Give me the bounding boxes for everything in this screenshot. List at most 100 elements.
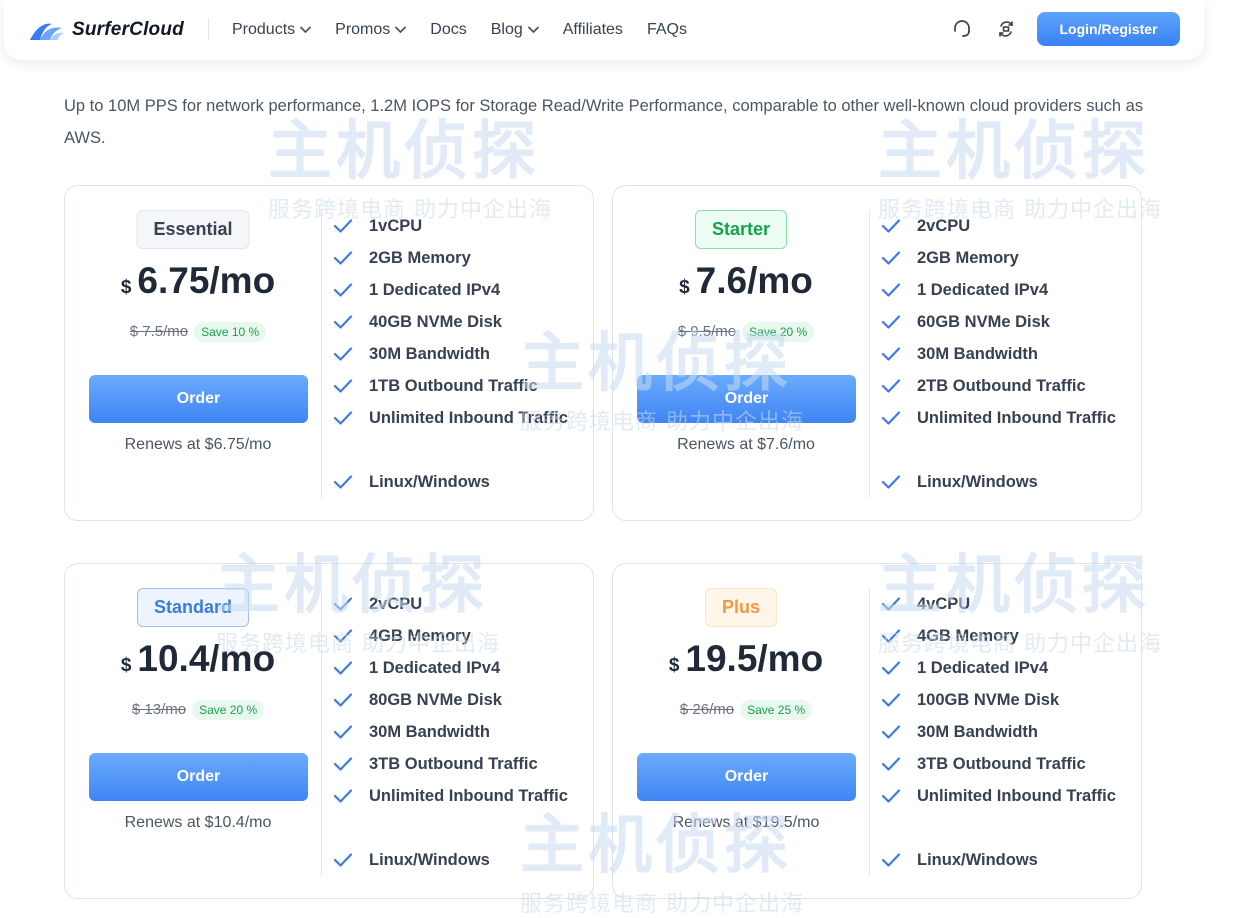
feature-label: 100GB NVMe Disk [917, 691, 1060, 709]
feature-item: 1TB Outbound Traffic [333, 370, 583, 402]
check-icon [333, 469, 369, 501]
feature-item: 2TB Outbound Traffic [881, 370, 1131, 402]
feature-label: 4GB Memory [369, 627, 471, 645]
feature-item: 30M Bandwidth [881, 338, 1131, 370]
feature-label: 60GB NVMe Disk [917, 313, 1050, 331]
check-icon [881, 783, 917, 815]
original-price: $ 13/mo [131, 701, 187, 719]
login-register-button[interactable]: Login/Register [1037, 12, 1180, 46]
feature-label: Unlimited Inbound Traffic [369, 787, 568, 805]
feature-item: Linux/Windows [333, 844, 583, 876]
check-icon [333, 245, 369, 277]
check-icon [881, 277, 917, 309]
nav-item-label: Blog [490, 21, 523, 38]
check-icon [881, 341, 917, 373]
brand-name: SurferCloud [72, 19, 184, 40]
check-icon [333, 277, 369, 309]
plan-card-essential: Essential $6.75/mo $ 7.5/mo Save 10 % Order R… [64, 185, 594, 521]
feature-label: 1 Dedicated IPv4 [917, 281, 1049, 299]
headset-icon[interactable] [951, 18, 973, 40]
order-button[interactable]: Order [637, 753, 856, 801]
check-icon [333, 623, 369, 655]
nav-item-docs[interactable]: Docs [430, 21, 466, 39]
save-badge: Save 10 % [194, 322, 267, 342]
nav-item-blog[interactable]: Blog [491, 21, 539, 39]
plan-price: $6.75/mo [65, 260, 331, 302]
feature-label: 3TB Outbound Traffic [917, 755, 1086, 773]
feature-item: 1 Dedicated IPv4 [333, 652, 583, 684]
plan-pricing: Standard $10.4/mo $ 13/mo Save 20 % Order Ren… [65, 564, 321, 898]
feature-item: 2vCPU [881, 210, 1131, 242]
feature-list: 2vCPU 4GB Memory 1 Dedicated IPv4 80GB NVMe… [333, 588, 583, 876]
check-icon [333, 309, 369, 341]
feature-item: Unlimited Inbound Traffic [333, 780, 583, 844]
feature-label: 1 Dedicated IPv4 [917, 659, 1049, 677]
feature-list: 2vCPU 2GB Memory 1 Dedicated IPv4 60GB NVMe… [881, 210, 1131, 498]
check-icon [881, 751, 917, 783]
order-button[interactable]: Order [637, 375, 856, 423]
nav-item-label: Docs [430, 21, 467, 38]
save-badge: Save 20 % [742, 322, 815, 342]
check-icon [333, 373, 369, 405]
check-icon [881, 405, 917, 437]
feature-item: Unlimited Inbound Traffic [333, 402, 583, 466]
order-button[interactable]: Order [89, 753, 308, 801]
card-divider [869, 588, 870, 876]
feature-item: 1 Dedicated IPv4 [333, 274, 583, 306]
check-icon [881, 373, 917, 405]
check-icon [333, 405, 369, 437]
check-icon [881, 591, 917, 623]
feature-label: 1TB Outbound Traffic [369, 377, 538, 395]
brand-logo[interactable]: SurferCloud [28, 16, 184, 44]
nav-item-label: Products [232, 21, 296, 38]
plan-name-badge: Essential [136, 210, 250, 249]
nav-item-promos[interactable]: Promos [335, 21, 407, 39]
feature-label: 1vCPU [369, 217, 423, 235]
plan-name-badge: Starter [694, 210, 788, 249]
discount-row: $ 26/mo Save 25 % [613, 700, 879, 720]
renewal-price: Renews at $10.4/mo [124, 814, 272, 831]
check-icon [881, 847, 917, 879]
top-navbar: SurferCloud Products Promos Docs Blog Affili… [4, 0, 1204, 60]
feature-label: 80GB NVMe Disk [369, 691, 502, 709]
renewal-price: Renews at $6.75/mo [124, 436, 272, 453]
feature-label: 2vCPU [369, 595, 423, 613]
feature-item: 1 Dedicated IPv4 [881, 274, 1131, 306]
chevron-down-icon [527, 21, 539, 39]
card-divider [321, 588, 322, 876]
feature-item: 1vCPU [333, 210, 583, 242]
plan-pricing: Essential $6.75/mo $ 7.5/mo Save 10 % Order R… [65, 186, 321, 520]
plan-card-plus: Plus $19.5/mo $ 26/mo Save 25 % Order Renews … [612, 563, 1142, 899]
save-badge: Save 20 % [192, 700, 265, 720]
feature-label: 4GB Memory [917, 627, 1019, 645]
discount-row: $ 9.5/mo Save 20 % [613, 322, 879, 342]
discount-row: $ 7.5/mo Save 10 % [65, 322, 331, 342]
feature-item: 2GB Memory [333, 242, 583, 274]
nav-item-affiliates[interactable]: Affiliates [563, 21, 623, 39]
nav-item-faqs[interactable]: FAQs [647, 21, 687, 39]
check-icon [333, 213, 369, 245]
feature-item: 30M Bandwidth [333, 716, 583, 748]
order-button[interactable]: Order [89, 375, 308, 423]
feature-label: Unlimited Inbound Traffic [369, 409, 568, 427]
check-icon [881, 213, 917, 245]
original-price: $ 26/mo [679, 701, 735, 719]
check-icon [333, 783, 369, 815]
language-switch-icon[interactable] [995, 18, 1017, 40]
check-icon [881, 719, 917, 751]
price-amount: 6.75/mo [137, 260, 276, 301]
feature-item: 60GB NVMe Disk [881, 306, 1131, 338]
feature-item: 2vCPU [333, 588, 583, 620]
nav-item-products[interactable]: Products [232, 21, 312, 39]
feature-label: 2GB Memory [369, 249, 471, 267]
renewal-price: Renews at $7.6/mo [677, 436, 815, 453]
check-icon [881, 623, 917, 655]
check-icon [333, 751, 369, 783]
check-icon [333, 591, 369, 623]
card-divider [869, 210, 870, 498]
feature-item: Linux/Windows [881, 466, 1131, 498]
feature-list: 4vCPU 4GB Memory 1 Dedicated IPv4 100GB NVM… [881, 588, 1131, 876]
feature-item: 40GB NVMe Disk [333, 306, 583, 338]
feature-item: Linux/Windows [333, 466, 583, 498]
feature-label: Linux/Windows [917, 473, 1038, 491]
